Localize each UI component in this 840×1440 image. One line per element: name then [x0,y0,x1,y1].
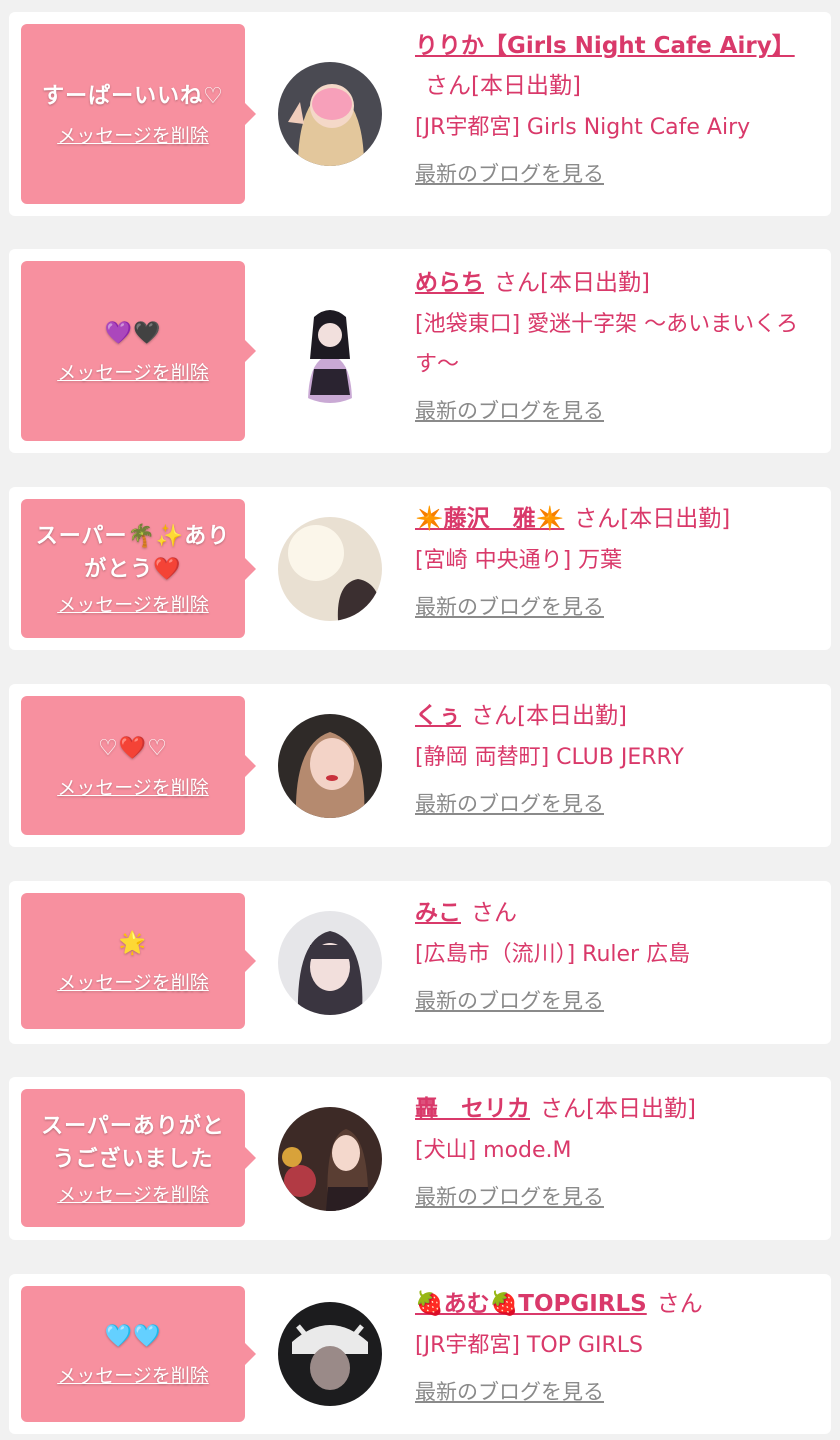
shop-text: [広島市（流川）] Ruler 広島 [415,942,691,967]
message-text: スーパー🌴✨ありがとう❤️ [35,524,231,582]
delete-message-link[interactable]: メッセージを削除 [57,121,209,148]
avatar[interactable] [278,911,382,1015]
list-item: ♡❤️♡ メッセージを削除 くぅ さん[本日出勤] [静岡 両替町] CLUB J… [9,684,831,847]
cast-name-line: くぅ さん[本日出勤] [415,696,815,736]
list-item: 🌟 メッセージを削除 みこ さん [広島市（流川）] Ruler 広島 最新のブロ… [9,881,831,1044]
avatar-photo-icon [278,1302,382,1406]
cast-info: りりか【Girls Night Cafe Airy】さん[本日出勤] [JR宇都… [415,26,815,188]
shift-badge: [本日出勤] [471,73,581,99]
latest-blog-link[interactable]: 最新のブログを見る [415,1376,604,1406]
delete-message-link[interactable]: メッセージを削除 [57,968,209,995]
avatar-photo-icon [278,1107,382,1211]
latest-blog-link[interactable]: 最新のブログを見る [415,591,604,621]
cast-name-link[interactable]: ✴️藤沢 雅✴️ [415,506,564,532]
message-bubble: 💜🖤 メッセージを削除 [21,261,256,441]
message-text: 🩵🩵 [104,1324,162,1349]
san-label: さん [540,1096,586,1122]
delete-message-link[interactable]: メッセージを削除 [57,773,209,800]
delete-message-link[interactable]: メッセージを削除 [57,1361,209,1388]
avatar[interactable] [278,1302,382,1406]
shift-badge: [本日出勤] [540,270,650,296]
avatar[interactable] [278,517,382,621]
cast-name-line: ✴️藤沢 雅✴️ さん[本日出勤] [415,499,815,539]
cast-name-link[interactable]: くぅ [415,703,461,729]
liked-message-list: すーぱーいいね♡ メッセージを削除 りりか【Girls Night Cafe A… [0,0,840,1440]
cast-name-link[interactable]: 轟 セリカ [415,1096,530,1122]
avatar[interactable] [278,1107,382,1211]
cast-info: 轟 セリカ さん[本日出勤] [犬山] mode.M 最新のブログを見る [415,1089,815,1211]
san-label: さん [574,506,621,532]
san-label: さん [425,73,471,99]
latest-blog-link[interactable]: 最新のブログを見る [415,788,604,818]
delete-message-link[interactable]: メッセージを削除 [57,358,209,385]
cast-name-line: 🍓あむ🍓TOPGIRLS さん [415,1284,815,1324]
message-bubble: ♡❤️♡ メッセージを削除 [21,696,256,835]
latest-blog-link[interactable]: 最新のブログを見る [415,158,604,188]
shift-badge: [本日出勤] [517,703,627,729]
san-label: さん [471,900,517,926]
message-bubble: 🌟 メッセージを削除 [21,893,256,1029]
shop-text: [犬山] mode.M [415,1138,572,1163]
avatar-photo-icon [278,911,382,1015]
san-label: さん [656,1291,703,1317]
cast-info: ✴️藤沢 雅✴️ さん[本日出勤] [宮崎 中央通り] 万葉 最新のブログを見る [415,499,815,621]
cast-info: くぅ さん[本日出勤] [静岡 両替町] CLUB JERRY 最新のブログを見る [415,696,815,818]
cast-name-link[interactable]: みこ [415,900,461,926]
avatar[interactable] [278,299,382,403]
message-bubble: スーパーありがとうございました メッセージを削除 [21,1089,256,1227]
avatar-photo-icon [278,714,382,818]
message-text: 💜🖤 [104,321,162,346]
cast-info: みこ さん [広島市（流川）] Ruler 広島 最新のブログを見る [415,893,815,1015]
delete-message-link[interactable]: メッセージを削除 [57,590,209,617]
message-bubble: すーぱーいいね♡ メッセージを削除 [21,24,256,204]
cast-name-line: みこ さん [415,893,815,933]
cast-info: 🍓あむ🍓TOPGIRLS さん [JR宇都宮] TOP GIRLS 最新のブログを… [415,1284,815,1406]
shift-badge: [本日出勤] [620,506,731,532]
cast-info: めらち さん[本日出勤] [池袋東口] 愛迷十字架 〜あいまいくろす〜 最新のブロ… [415,263,815,425]
message-text: ♡❤️♡ [98,735,168,761]
message-text: すーぱーいいね♡ [42,84,224,109]
cast-name-link[interactable]: 🍓あむ🍓TOPGIRLS [415,1291,647,1317]
shop-text: [JR宇都宮] Girls Night Cafe Airy [415,115,751,140]
avatar-photo-icon [278,299,382,403]
shop-text: [宮崎 中央通り] 万葉 [415,548,623,573]
delete-message-link[interactable]: メッセージを削除 [57,1180,209,1207]
shop-text: [静岡 両替町] CLUB JERRY [415,745,684,770]
cast-name-link[interactable]: りりか【Girls Night Cafe Airy】 [415,33,795,59]
list-item: スーパーありがとうございました メッセージを削除 轟 セリカ さん[本日出勤] [… [9,1077,831,1240]
shift-badge: [本日出勤] [586,1096,696,1122]
message-bubble: スーパー🌴✨ありがとう❤️ メッセージを削除 [21,499,256,638]
cast-name-line: めらち さん[本日出勤] [415,263,815,303]
latest-blog-link[interactable]: 最新のブログを見る [415,1181,604,1211]
shop-text: [池袋東口] 愛迷十字架 〜あいまいくろす〜 [415,312,799,377]
list-item: すーぱーいいね♡ メッセージを削除 りりか【Girls Night Cafe A… [9,12,831,216]
shop-text: [JR宇都宮] TOP GIRLS [415,1333,643,1358]
avatar[interactable] [278,62,382,166]
list-item: 🩵🩵 メッセージを削除 🍓あむ🍓TOPGIRLS さん [JR宇都宮] TOP G… [9,1274,831,1434]
latest-blog-link[interactable]: 最新のブログを見る [415,395,604,425]
message-text: 🌟 [118,931,148,956]
san-label: さん [471,703,517,729]
list-item: 💜🖤 メッセージを削除 めらち さん[本日出勤] [池袋東口] 愛迷十字架 〜あい… [9,249,831,453]
cast-name-line: 轟 セリカ さん[本日出勤] [415,1089,815,1129]
cast-name-line: りりか【Girls Night Cafe Airy】さん[本日出勤] [415,26,815,106]
san-label: さん [494,270,540,296]
list-item: スーパー🌴✨ありがとう❤️ メッセージを削除 ✴️藤沢 雅✴️ さん[本日出勤] … [9,487,831,650]
avatar-photo-icon [278,517,382,621]
cast-name-link[interactable]: めらち [415,270,484,296]
latest-blog-link[interactable]: 最新のブログを見る [415,985,604,1015]
avatar-photo-icon [278,62,382,166]
avatar[interactable] [278,714,382,818]
message-bubble: 🩵🩵 メッセージを削除 [21,1286,256,1422]
message-text: スーパーありがとうございました [41,1113,225,1172]
